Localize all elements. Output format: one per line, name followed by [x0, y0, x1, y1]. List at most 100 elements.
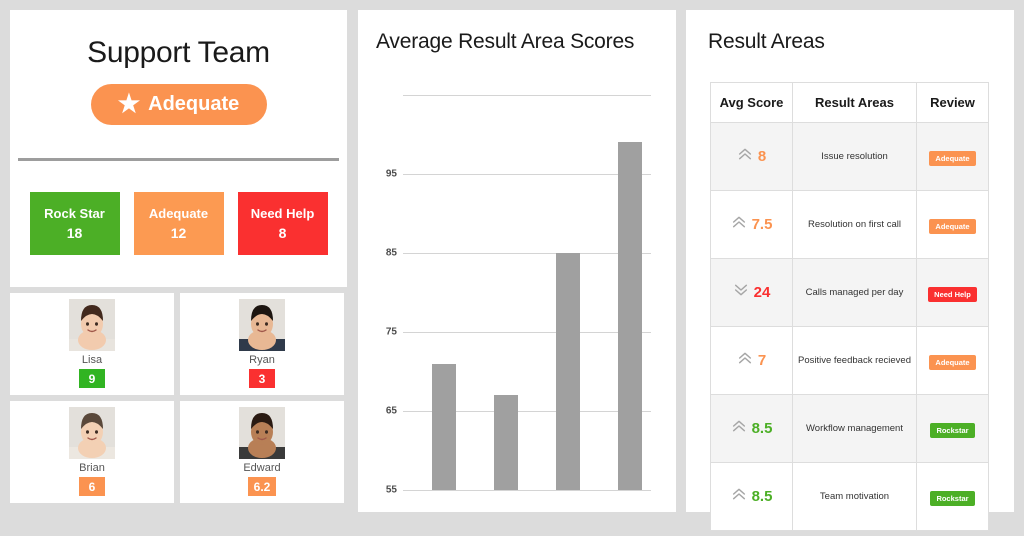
status-box-label: Need Help — [250, 206, 315, 221]
result-areas-panel: Result Areas Avg Score Result Areas Review… — [686, 10, 1014, 531]
chevron-up-double-icon — [737, 146, 753, 167]
result-area-label: Workflow management — [806, 422, 903, 434]
avg-score-cell: 7.5 — [710, 190, 793, 259]
avg-score-value: 24 — [753, 284, 771, 301]
y-axis-tick-label: 75 — [385, 326, 397, 338]
result-area-label: Positive feedback recieved — [797, 354, 911, 366]
table-column-header: Result Areas — [792, 82, 917, 123]
person-name: Lisa — [81, 354, 103, 366]
review-cell: Adequate — [916, 122, 989, 191]
table-column-header: Avg Score — [710, 82, 793, 123]
chart-gridline — [403, 174, 651, 175]
result-area-cell: Positive feedback recieved — [792, 326, 917, 395]
table-row[interactable]: 24 Calls managed per day Need Help — [710, 258, 989, 327]
chart-panel: Average Result Area Scores 55 65 75 85 95 — [358, 10, 676, 512]
person-name: Brian — [79, 462, 105, 474]
avg-score-cell: 8.5 — [710, 394, 793, 463]
star-icon: ★ — [117, 90, 141, 118]
status-box-value: 8 — [278, 225, 287, 241]
review-cell: Need Help — [916, 258, 989, 327]
status-badge[interactable]: Rockstar — [930, 422, 975, 438]
y-axis-tick-label: 95 — [385, 168, 397, 180]
result-area-label: Issue resolution — [821, 150, 888, 162]
status-box-label: Rock Star — [44, 206, 105, 221]
status-box-value: 12 — [170, 225, 187, 241]
chevron-down-double-icon — [733, 282, 749, 303]
table-row[interactable]: 8.5 Team motivation Rockstar — [710, 462, 989, 531]
table-row[interactable]: 8 Issue resolution Adequate — [710, 122, 989, 191]
table-row[interactable]: 7.5 Resolution on first call Adequate — [710, 190, 989, 259]
person-name: Edward — [243, 462, 281, 474]
avg-score-cell: 8 — [710, 122, 793, 191]
status-badge[interactable]: Adequate — [929, 354, 976, 370]
result-area-label: Team motivation — [819, 490, 890, 502]
result-area-label: Resolution on first call — [808, 218, 901, 230]
chevron-up-double-icon — [731, 418, 747, 439]
avg-score-cell: 7 — [710, 326, 793, 395]
avatar — [239, 299, 285, 351]
result-area-cell: Workflow management — [792, 394, 917, 463]
status-badge[interactable]: Adequate — [929, 218, 976, 234]
avg-score-value: 8.5 — [751, 488, 773, 505]
chart-gridline — [403, 95, 651, 96]
result-areas-title: Result Areas — [708, 30, 825, 53]
result-area-cell: Calls managed per day — [792, 258, 917, 327]
status-box-need-help[interactable]: Need Help 8 — [237, 192, 328, 255]
chevron-up-double-icon — [731, 214, 747, 235]
dashboard-root: Support Team ★ Adequate Rock Star 18 Adequ… — [0, 0, 1024, 536]
chart-gridline — [403, 490, 651, 491]
status-badge[interactable]: Rockstar — [930, 490, 975, 506]
y-axis-tick-label: 55 — [385, 484, 397, 496]
avg-score-value: 8.5 — [751, 420, 773, 437]
chart-bar — [432, 363, 456, 490]
table-header-row: Avg Score Result Areas Review — [710, 82, 989, 123]
status-badge[interactable]: Need Help — [928, 286, 977, 302]
bar-chart-plot-area: 55 65 75 85 95 — [386, 95, 651, 496]
result-area-label: Calls managed per day — [805, 286, 904, 298]
table-row[interactable]: 8.5 Workflow management Rockstar — [710, 394, 989, 463]
page-title: Support Team — [87, 36, 270, 69]
status-box-adequate[interactable]: Adequate 12 — [133, 192, 224, 255]
result-area-cell: Issue resolution — [792, 122, 917, 191]
avatar — [239, 407, 285, 459]
person-score-badge: 9 — [79, 369, 105, 388]
review-cell: Rockstar — [916, 394, 989, 463]
chart-gridline — [403, 253, 651, 254]
review-cell: Rockstar — [916, 462, 989, 531]
person-name: Ryan — [249, 354, 275, 366]
status-box-label: Adequate — [148, 206, 209, 221]
chart-title: Average Result Area Scores — [376, 30, 635, 53]
team-rating-label: Adequate — [148, 93, 240, 115]
avatar — [69, 407, 115, 459]
table-body: 8 Issue resolution Adequate 7.5 Resolution o… — [710, 122, 989, 531]
y-axis-tick-label: 85 — [385, 247, 397, 259]
person-card[interactable]: Edward 6.2 — [180, 401, 344, 503]
status-summary-row: Rock Star 18 Adequate 12 Need Help 8 — [10, 192, 347, 255]
avg-score-value: 8 — [757, 148, 767, 165]
status-badge[interactable]: Adequate — [929, 150, 976, 166]
status-box-value: 18 — [66, 225, 83, 241]
avg-score-cell: 8.5 — [710, 462, 793, 531]
chart-gridline — [403, 332, 651, 333]
chart-bar — [556, 253, 580, 490]
status-box-rock-star[interactable]: Rock Star 18 — [29, 192, 120, 255]
person-score-badge: 3 — [249, 369, 275, 388]
person-card[interactable]: Lisa 9 — [10, 293, 174, 395]
table-header: Avg Score Result Areas Review — [710, 82, 989, 123]
person-card[interactable]: Ryan 3 — [180, 293, 344, 395]
team-summary-panel: Support Team ★ Adequate Rock Star 18 Adequ… — [10, 10, 347, 287]
chevron-up-double-icon — [737, 350, 753, 371]
table-row[interactable]: 7 Positive feedback recieved Adequate — [710, 326, 989, 395]
avg-score-cell: 24 — [710, 258, 793, 327]
person-score-badge: 6.2 — [247, 477, 277, 496]
chevron-up-double-icon — [731, 486, 747, 507]
result-area-cell: Resolution on first call — [792, 190, 917, 259]
person-score-badge: 6 — [79, 477, 105, 496]
section-divider — [18, 158, 339, 161]
person-card[interactable]: Brian 6 — [10, 401, 174, 503]
team-rating-badge: ★ Adequate — [90, 84, 267, 125]
result-area-cell: Team motivation — [792, 462, 917, 531]
avg-score-value: 7 — [757, 352, 767, 369]
table-column-header: Review — [916, 82, 989, 123]
chart-bar — [618, 142, 642, 490]
